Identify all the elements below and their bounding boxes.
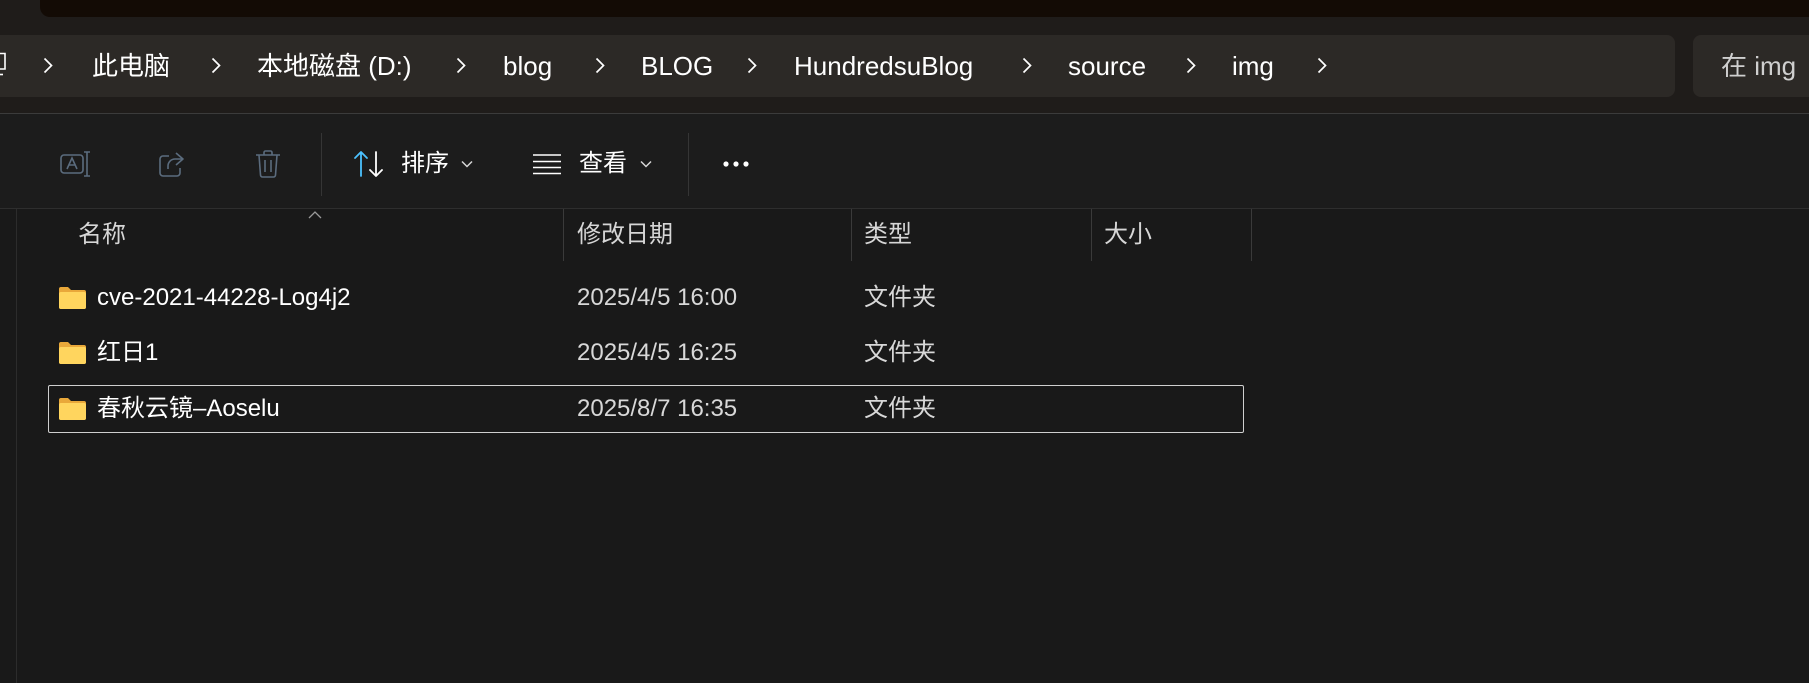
chevron-right-icon[interactable] [747,57,757,74]
pc-icon [0,52,6,76]
breadcrumb-this-pc[interactable]: 此电脑 [92,35,170,97]
sort-label: 排序 [401,150,449,177]
breadcrumb-blog-uppercase[interactable]: BLOG [641,35,713,97]
file-type: 文件夹 [864,395,936,422]
rename-button[interactable] [48,136,104,192]
file-explorer-window: 此电脑 本地磁盘 (D:) blog BLOG HundredsuBlog so… [0,0,1809,683]
command-bar: 排序 查看 [0,114,1809,209]
breadcrumb-img[interactable]: img [1232,35,1274,97]
search-box[interactable]: 在 img [1693,35,1809,97]
file-name: cve-2021-44228-Log4j2 [97,284,351,311]
file-type: 文件夹 [864,339,936,366]
file-type: 文件夹 [864,284,936,311]
view-label: 查看 [579,150,627,177]
chevron-down-icon [461,160,473,168]
chevron-right-icon[interactable] [456,57,466,74]
folder-icon [59,287,86,309]
title-bar-strip [40,0,1809,17]
chevron-right-icon[interactable] [595,57,605,74]
column-divider[interactable] [1251,209,1252,261]
chevron-right-icon[interactable] [1022,57,1032,74]
rename-icon [60,151,90,177]
column-header-label: 修改日期 [577,221,673,248]
file-modified-date: 2025/4/5 16:25 [577,339,738,366]
sort-ascending-icon [308,211,322,219]
address-bar-row: 此电脑 本地磁盘 (D:) blog BLOG HundredsuBlog so… [0,0,1809,114]
file-row[interactable]: 春秋云镜–Aoselu 2025/8/7 16:35 文件夹 [48,385,1244,433]
folder-icon [59,342,86,364]
address-bar[interactable]: 此电脑 本地磁盘 (D:) blog BLOG HundredsuBlog so… [0,35,1675,97]
file-modified-date: 2025/8/7 16:35 [577,395,738,422]
file-name: 红日1 [97,339,159,366]
column-header-label: 大小 [1104,221,1152,248]
file-row[interactable]: 红日1 2025/4/5 16:25 文件夹 [48,329,1244,377]
file-name: 春秋云镜–Aoselu [97,395,280,422]
share-icon [159,152,184,177]
command-separator [321,133,322,196]
sort-button[interactable]: 排序 [348,136,484,192]
command-separator [688,133,689,196]
sort-icon [354,151,383,177]
breadcrumb-source[interactable]: source [1068,35,1146,97]
more-icon [723,161,749,167]
more-button[interactable] [710,136,762,192]
delete-button[interactable] [240,136,296,192]
column-header-label: 名称 [78,221,126,248]
breadcrumb-local-disk[interactable]: 本地磁盘 (D:) [257,35,412,97]
breadcrumb-blog[interactable]: blog [503,35,552,97]
view-button[interactable]: 查看 [526,136,662,192]
chevron-right-icon[interactable] [211,57,221,74]
column-header-label: 类型 [864,221,912,248]
file-row[interactable]: cve-2021-44228-Log4j2 2025/4/5 16:00 文件夹 [48,274,1244,322]
chevron-right-icon[interactable] [1317,57,1327,74]
share-button[interactable] [144,136,200,192]
column-header-size[interactable]: 大小 [1092,209,1251,261]
folder-icon [59,398,86,420]
chevron-right-icon[interactable] [43,57,53,74]
chevron-down-icon [640,160,652,168]
view-icon [533,154,561,175]
column-header-date-modified[interactable]: 修改日期 [564,209,851,261]
search-placeholder: 在 img [1721,51,1797,81]
chevron-right-icon[interactable] [1186,57,1196,74]
file-modified-date: 2025/4/5 16:00 [577,284,738,311]
column-header-name[interactable]: 名称 [48,209,563,261]
column-header-type[interactable]: 类型 [852,209,1091,261]
delete-icon [256,150,280,178]
breadcrumb-hundredsublog[interactable]: HundredsuBlog [794,35,973,97]
